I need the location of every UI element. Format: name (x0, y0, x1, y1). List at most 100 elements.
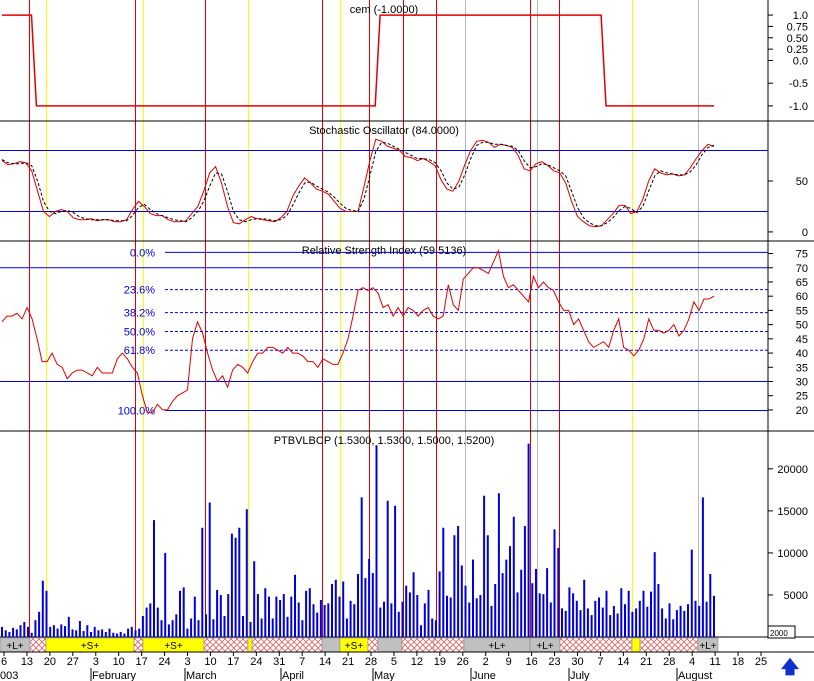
cem-panel: cem (-1.0000) 1.00.750.500.250.0 -0.5 -1.0 (2, 4, 808, 113)
y-tick-label: 20 (796, 405, 808, 417)
y-tick-label: -1.0 (789, 101, 808, 113)
signal-band (247, 637, 253, 653)
x-day-label: 30 (571, 656, 583, 668)
x-day-label: 23 (548, 656, 560, 668)
x-day-label: 31 (273, 656, 285, 668)
stochastic-signal-line (1, 141, 715, 227)
signal-band (367, 637, 379, 653)
x-day-label: 25 (755, 656, 767, 668)
signal-band (133, 637, 144, 653)
y-tick-label: 0 (802, 227, 808, 239)
y-tick-label: -0.5 (789, 78, 808, 90)
signal-band (631, 637, 641, 653)
stock-chart: +L+ +S+ +S+ +S+ +L+ +L+ +L+ cem (-1.0000)1.00.… (0, 0, 814, 681)
x-day-label: 20 (44, 656, 56, 668)
x-day-label: 28 (365, 656, 377, 668)
x-month-label: May (374, 670, 395, 681)
cem-series-line (2, 14, 714, 107)
x-day-label: 14 (319, 656, 331, 668)
volume-panel: PTBVLBCP (1.5300, 1.5300, 1.5000, 1.5200… (1, 435, 808, 639)
x-axis: 6 13 20 27 3 10 17 24 3 10 17 24 31 7 14 21 28 5 12 19 26 2 9 1… (0, 652, 767, 681)
y-tick-label: 60 (796, 291, 808, 303)
x-month-label: March (186, 670, 217, 681)
y-tick-label: 5000 (784, 590, 808, 602)
x-day-label: 21 (342, 656, 354, 668)
y-tick-label: 1.0 (793, 10, 808, 22)
signal-band-label: +S+ (345, 641, 364, 652)
signal-band-label: +S+ (164, 641, 183, 652)
y-tick-label: 65 (796, 277, 808, 289)
signal-band (251, 637, 323, 653)
x-month-label: July (570, 670, 590, 681)
y-tick-label: 50 (796, 320, 808, 332)
x-day-label: 6 (1, 656, 7, 668)
fib-level-label: 100.0% (118, 406, 156, 418)
y-tick-label: 45 (796, 334, 808, 346)
stochastic-k-line (1, 138, 715, 228)
x-day-label: 2 (483, 656, 489, 668)
y-tick-label: 50 (796, 176, 808, 188)
y-tick-label: 0.50 (787, 33, 808, 45)
y-tick-label: 40 (796, 348, 808, 360)
panel-title: PTBVLBCP (1.5300, 1.5300, 1.5000, 1.5200… (274, 435, 495, 447)
x-day-label: 14 (617, 656, 629, 668)
x-day-label: 16 (525, 656, 537, 668)
signal-band-label: +L+ (6, 641, 23, 652)
x-day-label: 19 (434, 656, 446, 668)
signal-band-label: +S+ (81, 641, 100, 652)
y-tick-label: 20000 (777, 464, 808, 476)
y-tick-label: 75 (796, 249, 808, 261)
x-day-label: 5 (391, 656, 397, 668)
signal-band (559, 637, 633, 653)
y-tick-label: 70 (796, 263, 808, 275)
x-day-label: 12 (411, 656, 423, 668)
x-day-label: 3 (184, 656, 190, 668)
y-tick-label: 0.25 (787, 44, 808, 56)
x-month-label: 003 (0, 670, 18, 681)
signal-band (29, 637, 47, 653)
y-tick-label: 10000 (777, 548, 808, 560)
signal-band (401, 637, 435, 653)
x-day-label: 10 (113, 656, 125, 668)
x-day-label: 24 (250, 656, 262, 668)
x-day-label: 13 (21, 656, 33, 668)
x-day-label: 17 (136, 656, 148, 668)
fib-level-label: 61.8% (124, 345, 155, 357)
fib-level-label: 38.2% (124, 308, 155, 320)
y-tick-label: 0.75 (787, 21, 808, 33)
x-month-label: June (472, 670, 496, 681)
x-day-label: 3 (93, 656, 99, 668)
signal-band-label: +L+ (536, 641, 553, 652)
panel-title: Stochastic Oscillator (84.0000) (309, 125, 459, 137)
signal-band (639, 637, 699, 653)
y-tick-label: 30 (796, 377, 808, 389)
x-day-label: 17 (227, 656, 239, 668)
x-day-label: 21 (640, 656, 652, 668)
x-month-label: August (678, 670, 712, 681)
x-day-label: 9 (506, 656, 512, 668)
panel-title: cem (-1.0000) (350, 4, 418, 16)
up-arrow-icon[interactable]: 🡅 (780, 656, 800, 678)
x-day-label: 11 (709, 656, 720, 668)
y-tick-label: 25 (796, 391, 808, 403)
signal-band (203, 637, 249, 653)
x-day-label: 28 (663, 656, 675, 668)
fib-level-label: 23.6% (124, 285, 155, 297)
x-day-label: 7 (597, 656, 603, 668)
signal-band-label: +L+ (699, 641, 716, 652)
signal-bands: +L+ +S+ +S+ +S+ +L+ +L+ +L+ (0, 637, 814, 653)
x-day-label: 4 (689, 656, 695, 668)
fib-level-label: 50.0% (124, 326, 155, 338)
x-day-label: 10 (204, 656, 216, 668)
x-month-label: April (282, 670, 304, 681)
signal-band-label: +L+ (488, 641, 505, 652)
signal-band (377, 637, 403, 653)
signal-band (321, 637, 341, 653)
y-tick-label: 0.0 (793, 56, 808, 68)
panel-title: Relative Strength Index (59.5136) (302, 245, 467, 257)
panels: cem (-1.0000) 1.00.750.500.250.0 -0.5 -1.0 S… (0, 0, 814, 639)
fib-level-label: 0.0% (130, 247, 155, 259)
volume-scale-label: 2000 (770, 629, 788, 638)
x-day-label: 7 (299, 656, 305, 668)
y-tick-label: 55 (796, 305, 808, 317)
